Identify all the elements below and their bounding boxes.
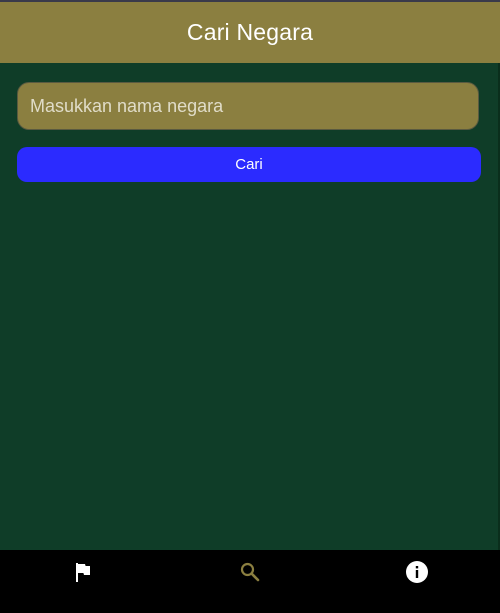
- flag-icon: [71, 560, 95, 584]
- app-bar: Cari Negara: [0, 2, 500, 63]
- nav-item-flag[interactable]: [0, 550, 167, 613]
- country-search-input[interactable]: [17, 82, 479, 130]
- page-title: Cari Negara: [186, 19, 314, 45]
- nav-item-info[interactable]: [333, 550, 500, 613]
- nav-item-search[interactable]: [167, 550, 334, 613]
- info-icon: [405, 560, 429, 584]
- bottom-navigation: [0, 550, 500, 613]
- main-content: [0, 63, 500, 550]
- search-icon: [238, 560, 262, 584]
- search-button[interactable]: Cari: [17, 147, 481, 182]
